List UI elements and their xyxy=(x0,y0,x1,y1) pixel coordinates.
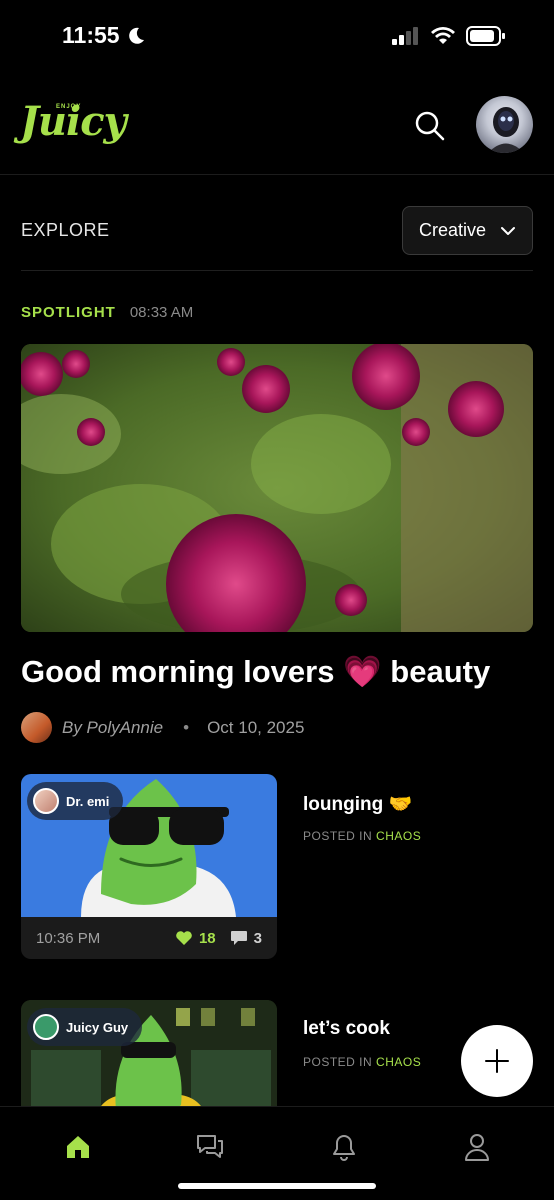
posted-in-label: POSTED IN xyxy=(303,1055,373,1069)
status-time: 11:55 xyxy=(62,22,146,49)
nav-profile[interactable] xyxy=(457,1127,497,1167)
create-post-button[interactable] xyxy=(461,1025,533,1097)
post-stats: 10:36 PM 18 3 xyxy=(21,917,277,959)
post-title[interactable]: lounging 🤝 xyxy=(303,792,412,816)
author-name[interactable]: By PolyAnnie xyxy=(62,718,163,738)
post-card[interactable]: Juicy Guy let’s cook POSTED IN CHAOS xyxy=(21,1000,533,1106)
bottom-navigation xyxy=(0,1106,554,1200)
spotlight-title[interactable]: Good morning lovers 💗 beauty xyxy=(21,653,490,690)
post-card[interactable]: 10:36 PM 18 3 Dr. emi lounging 🤝 POSTED … xyxy=(21,774,533,960)
comment-icon xyxy=(230,931,247,945)
heart-icon xyxy=(176,931,192,945)
chip-avatar xyxy=(33,788,59,814)
author-avatar[interactable] xyxy=(21,712,52,743)
status-bar: 11:55 xyxy=(0,0,554,76)
posted-in-label: POSTED IN xyxy=(303,829,373,843)
category-dropdown[interactable]: Creative xyxy=(402,206,533,255)
app-header: ENJOY Juicy xyxy=(0,76,554,175)
like-count: 18 xyxy=(198,929,216,947)
juicy-logo[interactable]: ENJOY Juicy xyxy=(20,98,127,145)
like-button[interactable]: 18 xyxy=(175,930,216,947)
comment-count: 3 xyxy=(253,929,262,947)
chip-avatar xyxy=(33,1014,59,1040)
user-avatar[interactable] xyxy=(476,96,533,153)
category-link[interactable]: CHAOS xyxy=(376,1055,421,1069)
chevron-down-icon xyxy=(501,226,516,235)
spotlight-time: 08:33 AM xyxy=(129,304,194,321)
post-category: POSTED IN CHAOS xyxy=(303,829,421,843)
post-title[interactable]: let’s cook xyxy=(303,1018,390,1040)
profile-icon xyxy=(465,1134,489,1161)
battery-icon xyxy=(466,26,505,46)
nav-notifications[interactable] xyxy=(324,1127,364,1167)
flower-photo xyxy=(21,344,533,632)
clock: 11:55 xyxy=(62,22,120,48)
chip-author-name: Juicy Guy xyxy=(66,1019,129,1035)
comment-button[interactable]: 3 xyxy=(230,930,262,947)
home-indicator[interactable] xyxy=(178,1183,376,1189)
bell-icon xyxy=(333,1135,355,1161)
category-link[interactable]: CHAOS xyxy=(376,829,421,843)
nav-messages[interactable] xyxy=(190,1127,230,1167)
chip-author-name: Dr. emi xyxy=(66,793,110,809)
post-thumbnail[interactable]: Juicy Guy xyxy=(21,1000,277,1106)
chat-icon xyxy=(197,1135,223,1158)
post-category: POSTED IN CHAOS xyxy=(303,1055,421,1069)
search-icon xyxy=(415,111,445,141)
post-thumbnail[interactable]: 10:36 PM 18 3 Dr. emi xyxy=(21,774,277,959)
spotlight-image[interactable] xyxy=(21,344,533,632)
post-date: Oct 10, 2025 xyxy=(207,717,305,737)
byline-separator: • xyxy=(183,717,190,737)
spotlight-tag: SPOTLIGHT xyxy=(21,304,116,321)
search-button[interactable] xyxy=(414,110,446,142)
avatar-image xyxy=(488,107,524,153)
spotlight-meta: SPOTLIGHT 08:33 AM xyxy=(21,304,193,321)
explore-row: EXPLORE Creative xyxy=(0,176,554,271)
signal-icon xyxy=(392,27,418,45)
explore-label: EXPLORE xyxy=(21,220,110,240)
dropdown-value: Creative xyxy=(419,220,487,240)
wifi-icon xyxy=(431,27,455,44)
nav-home[interactable] xyxy=(58,1127,98,1167)
post-author-chip[interactable]: Juicy Guy xyxy=(27,1008,143,1046)
section-divider xyxy=(21,270,533,271)
logo-tagline: ENJOY xyxy=(56,104,82,110)
plus-icon xyxy=(485,1049,509,1073)
spotlight-byline: By PolyAnnie • Oct 10, 2025 xyxy=(21,712,304,743)
post-author-chip[interactable]: Dr. emi xyxy=(27,782,124,820)
status-icons xyxy=(392,26,506,46)
post-time: 10:36 PM xyxy=(36,929,101,947)
moon-icon xyxy=(128,27,144,44)
home-icon xyxy=(67,1136,89,1158)
